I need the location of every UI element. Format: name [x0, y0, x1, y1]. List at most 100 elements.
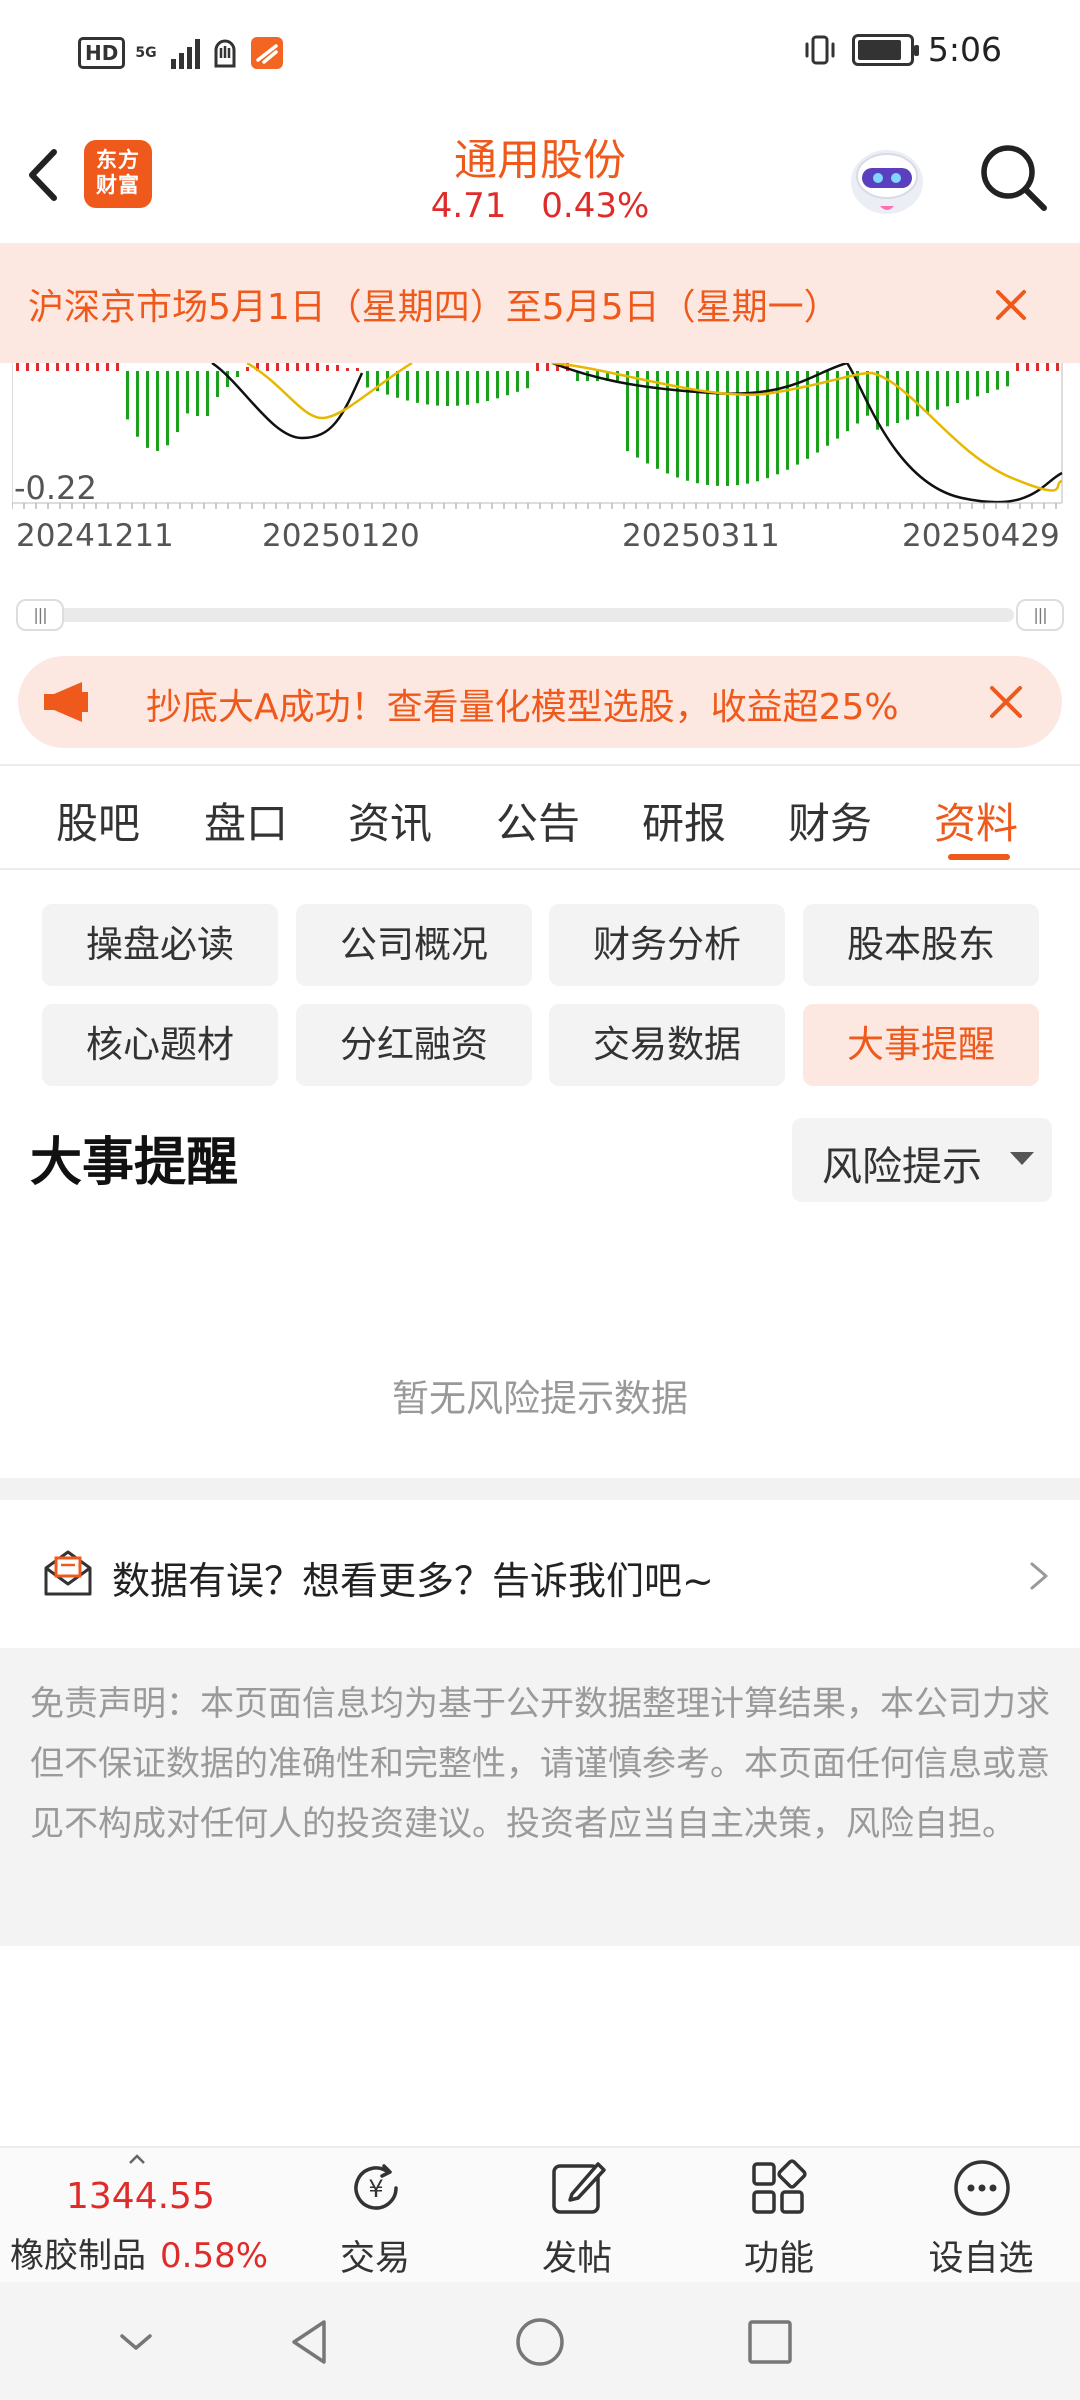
sub-tab-chip[interactable]: 公司概况: [296, 904, 532, 986]
macd-bar: [526, 371, 529, 389]
functions-label[interactable]: 功能: [714, 2230, 844, 2281]
macd-bar: [486, 371, 489, 402]
macd-bar: [306, 363, 309, 371]
macd-bar: [356, 368, 359, 371]
svg-text:¥: ¥: [368, 2175, 383, 2203]
app-notification-icon: [250, 37, 283, 69]
range-handle-left[interactable]: |||: [16, 599, 64, 631]
app-logo[interactable]: 东方 财富: [84, 140, 152, 208]
macd-bar: [276, 363, 279, 371]
tab-item[interactable]: 股吧: [56, 790, 140, 851]
close-icon[interactable]: [984, 680, 1028, 724]
sub-tab-chip[interactable]: 操盘必读: [42, 904, 278, 986]
macd-bar: [696, 371, 699, 484]
section-separator: [0, 1478, 1080, 1500]
stock-price: 4.71: [430, 186, 507, 226]
x-axis-label: 20250120: [262, 518, 420, 554]
sub-tab-chip[interactable]: 分红融资: [296, 1004, 532, 1086]
macd-bar: [776, 371, 779, 475]
macd-bar: [456, 371, 459, 406]
chart-range-track[interactable]: [44, 608, 1014, 622]
feedback-link[interactable]: 数据有误？想看更多？告诉我们吧~: [112, 1550, 714, 1605]
functions-icon[interactable]: [748, 2156, 812, 2220]
sub-tab-chip[interactable]: 财务分析: [549, 904, 785, 986]
macd-bar: [646, 371, 649, 464]
macd-bar: [386, 371, 389, 395]
tab-item[interactable]: 公告: [496, 790, 580, 851]
macd-bar: [436, 371, 439, 406]
divider: [0, 764, 1080, 766]
macd-bar: [716, 371, 719, 486]
logo-line1: 东方: [96, 148, 140, 172]
recents-square-icon[interactable]: [742, 2314, 798, 2370]
macd-bar: [866, 371, 869, 416]
macd-bar: [516, 371, 519, 392]
search-icon[interactable]: [976, 140, 1050, 214]
macd-bar: [176, 371, 179, 433]
close-icon[interactable]: [988, 282, 1034, 328]
add-watchlist-label[interactable]: 设自选: [916, 2230, 1046, 2281]
macd-bar: [1026, 363, 1029, 371]
macd-bar: [396, 371, 399, 398]
macd-bar: [616, 371, 619, 381]
tab-item[interactable]: 资讯: [348, 790, 432, 851]
sub-tab-chip[interactable]: 核心题材: [42, 1004, 278, 1086]
back-triangle-icon[interactable]: [282, 2314, 338, 2370]
macd-bar: [186, 371, 189, 414]
ai-assistant-icon[interactable]: [842, 134, 932, 224]
network-type-label: 5G: [135, 45, 157, 61]
tab-item[interactable]: 盘口: [204, 790, 288, 851]
expand-up-icon[interactable]: [128, 2154, 146, 2164]
macd-bar: [546, 363, 549, 371]
macd-bar: [96, 363, 99, 371]
tab-item[interactable]: 财务: [788, 790, 872, 851]
sub-tab-chip[interactable]: 大事提醒: [803, 1004, 1039, 1086]
macd-bar: [496, 371, 499, 399]
macd-chart[interactable]: -0.22 20241211 20250120 20250311 20250429: [12, 363, 1068, 590]
post-icon[interactable]: [546, 2156, 610, 2220]
index-label[interactable]: 橡胶制品 0.58%: [10, 2228, 268, 2277]
macd-bar: [1016, 363, 1019, 371]
macd-bar: [416, 371, 419, 403]
macd-bar: [836, 371, 839, 439]
macd-bar: [706, 371, 709, 485]
tab-item[interactable]: 研报: [642, 790, 726, 851]
macd-bar: [56, 363, 59, 371]
macd-bar: [506, 371, 509, 396]
trade-label[interactable]: 交易: [310, 2230, 440, 2281]
trade-icon[interactable]: ¥: [344, 2156, 408, 2220]
status-bar-left: HD 5G: [78, 36, 284, 70]
back-arrow-icon[interactable]: [18, 140, 68, 210]
tab-item[interactable]: 资料: [934, 790, 1018, 851]
macd-bar: [296, 363, 299, 371]
more-icon[interactable]: [950, 2156, 1014, 2220]
post-label[interactable]: 发帖: [512, 2230, 642, 2281]
macd-bar: [146, 371, 149, 448]
range-handle-right[interactable]: |||: [1016, 599, 1064, 631]
home-circle-icon[interactable]: [512, 2314, 568, 2370]
chevron-right-icon[interactable]: [1024, 1558, 1054, 1594]
macd-bar: [106, 363, 109, 371]
index-value[interactable]: 1344.55: [66, 2176, 215, 2217]
stock-name: 通用股份: [454, 136, 626, 186]
macd-bar: [536, 363, 539, 371]
sub-tab-chip[interactable]: 交易数据: [549, 1004, 785, 1086]
macd-bar: [1056, 363, 1059, 371]
macd-bar: [246, 367, 249, 371]
chart-plot-area: [12, 363, 1068, 503]
macd-bar: [16, 363, 19, 371]
empty-state-text: 暂无风险提示数据: [392, 1377, 688, 1420]
market-notice-text: 沪深京市场5月1日（星期四）至5月5日（星期一）: [28, 287, 840, 328]
divider: [0, 868, 1080, 870]
macd-bar: [916, 371, 919, 417]
chevron-down-icon[interactable]: [108, 2314, 164, 2370]
sub-tab-chip[interactable]: 股本股东: [803, 904, 1039, 986]
hotspot-icon: [214, 39, 236, 68]
macd-bar: [796, 371, 799, 465]
macd-bar: [266, 363, 269, 371]
macd-bar: [476, 371, 479, 404]
macd-bar: [1006, 371, 1009, 387]
macd-bar: [166, 371, 169, 446]
macd-bar: [196, 371, 199, 416]
macd-bar: [426, 371, 429, 405]
